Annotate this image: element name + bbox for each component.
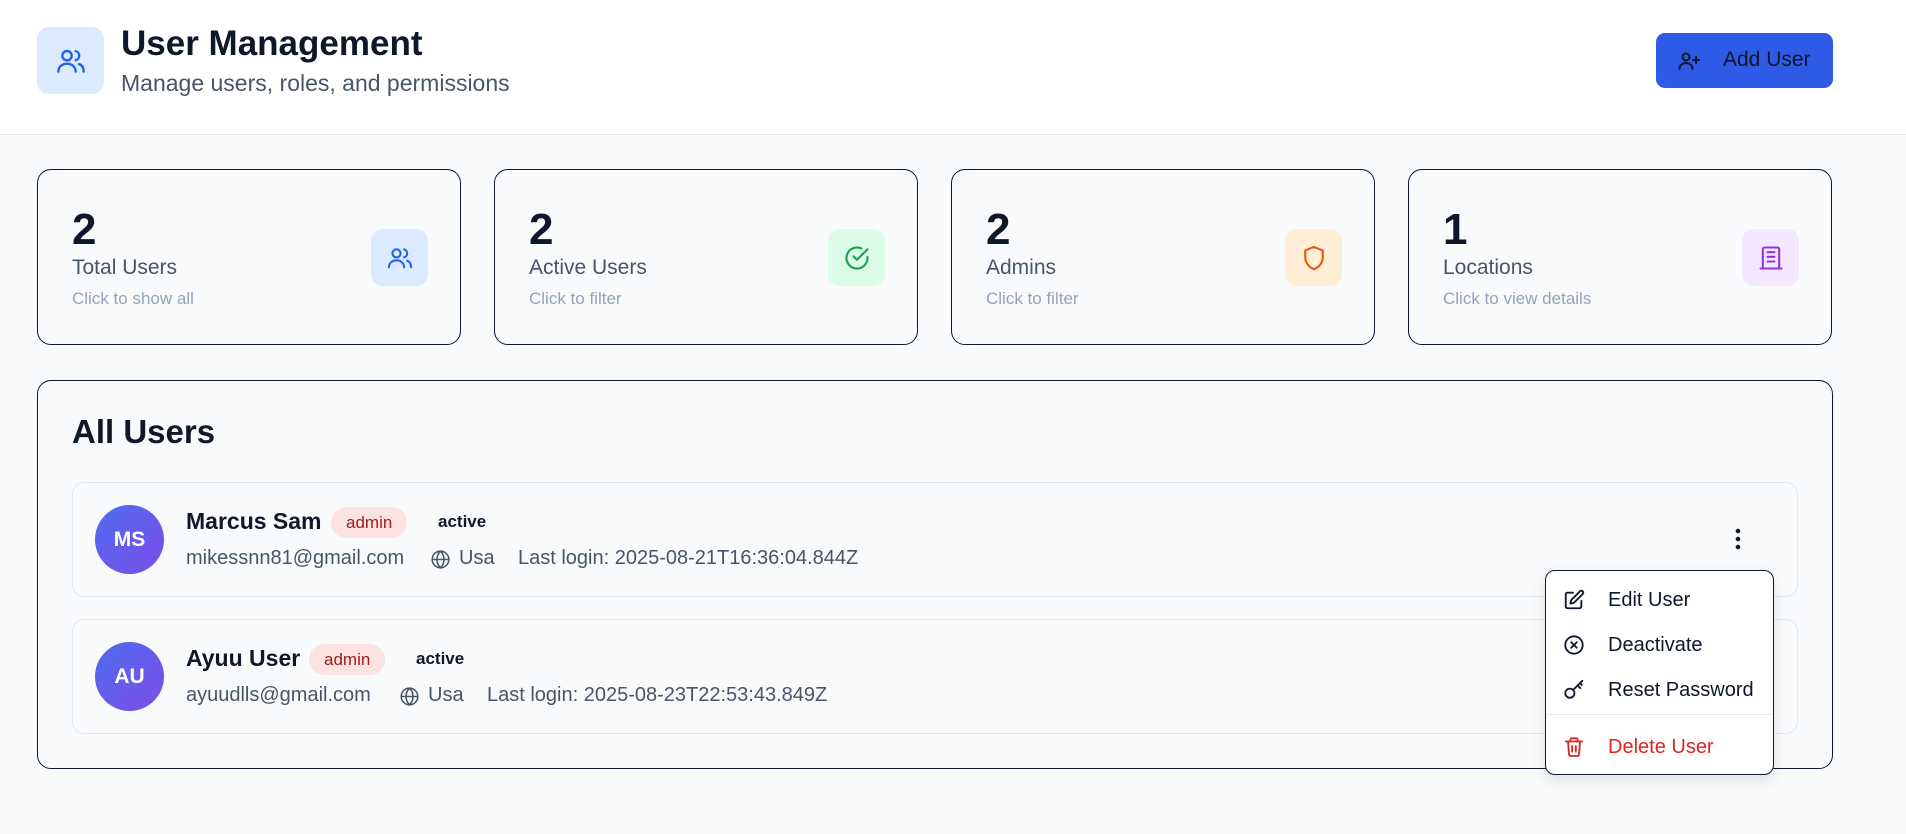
- edit-icon: [1563, 589, 1585, 611]
- user-last-login: Last login: 2025-08-23T22:53:43.849Z: [487, 684, 828, 706]
- user-location: Usa: [428, 684, 464, 706]
- user-location: Usa: [459, 547, 495, 569]
- globe-icon: [399, 686, 420, 707]
- page-header: User Management Manage users, roles, and…: [0, 0, 1906, 135]
- user-actions-menu: Edit User Deactivate Reset Password Dele…: [1545, 570, 1774, 775]
- trash-icon: [1563, 736, 1585, 758]
- stat-value: 2: [986, 205, 1011, 254]
- stat-label: Total Users: [72, 256, 178, 279]
- status-badge: active: [438, 512, 487, 531]
- user-row[interactable]: AU Ayuu User admin active ayuudlls@gmail…: [72, 619, 1798, 734]
- building-icon: [1742, 229, 1799, 286]
- menu-item-label: Reset Password: [1608, 679, 1754, 701]
- add-user-label: Add User: [1723, 48, 1811, 71]
- menu-item-label: Edit User: [1608, 589, 1691, 611]
- menu-item-delete-user[interactable]: Delete User: [1546, 728, 1775, 766]
- stat-card-active-users[interactable]: 2 Active Users Click to filter: [494, 169, 918, 345]
- role-badge: admin: [309, 644, 386, 675]
- user-email: ayuudlls@gmail.com: [186, 684, 371, 706]
- user-plus-icon: [1677, 49, 1701, 73]
- avatar: AU: [95, 642, 164, 711]
- stat-hint: Click to view details: [1443, 289, 1592, 308]
- page-subtitle: Manage users, roles, and permissions: [121, 70, 510, 96]
- status-badge: active: [416, 649, 465, 668]
- role-badge: admin: [331, 507, 408, 538]
- globe-icon: [430, 549, 451, 570]
- x-circle-icon: [1563, 634, 1585, 656]
- stat-card-locations[interactable]: 1 Locations Click to view details: [1408, 169, 1832, 345]
- stat-label: Locations: [1443, 256, 1533, 279]
- avatar: MS: [95, 505, 164, 574]
- menu-item-label: Delete User: [1608, 736, 1714, 758]
- stat-value: 2: [72, 205, 97, 254]
- page-title: User Management: [121, 24, 423, 63]
- add-user-button[interactable]: Add User: [1656, 33, 1833, 88]
- user-name: Marcus Sam: [186, 508, 322, 534]
- stat-label: Active Users: [529, 256, 647, 279]
- menu-item-reset-password[interactable]: Reset Password: [1546, 671, 1775, 709]
- user-last-login: Last login: 2025-08-21T16:36:04.844Z: [518, 547, 859, 569]
- stat-hint: Click to show all: [72, 289, 194, 308]
- key-icon: [1563, 679, 1585, 701]
- stat-value: 2: [529, 205, 554, 254]
- shield-icon: [1285, 229, 1342, 286]
- stat-card-total-users[interactable]: 2 Total Users Click to show all: [37, 169, 461, 345]
- users-icon: [37, 27, 104, 94]
- stat-hint: Click to filter: [529, 289, 622, 308]
- menu-divider: [1546, 714, 1772, 715]
- check-circle-icon: [828, 229, 885, 286]
- menu-item-edit-user[interactable]: Edit User: [1546, 581, 1775, 619]
- panel-title: All Users: [72, 413, 216, 450]
- stat-value: 1: [1443, 205, 1468, 254]
- menu-item-deactivate[interactable]: Deactivate: [1546, 626, 1775, 664]
- user-name: Ayuu User: [186, 645, 301, 671]
- user-row[interactable]: MS Marcus Sam admin active mikessnn81@gm…: [72, 482, 1798, 597]
- stat-card-admins[interactable]: 2 Admins Click to filter: [951, 169, 1375, 345]
- user-email: mikessnn81@gmail.com: [186, 547, 405, 569]
- menu-item-label: Deactivate: [1608, 634, 1703, 656]
- more-actions-icon[interactable]: [1726, 524, 1750, 554]
- users-icon: [371, 229, 428, 286]
- stat-label: Admins: [986, 256, 1057, 279]
- stat-hint: Click to filter: [986, 289, 1079, 308]
